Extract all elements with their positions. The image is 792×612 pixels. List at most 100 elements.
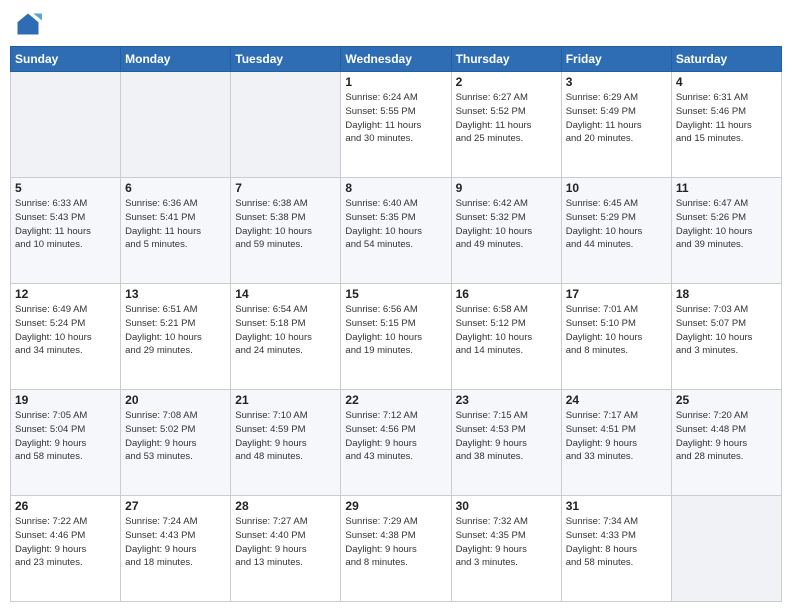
weekday-header-thursday: Thursday: [451, 47, 561, 72]
calendar-cell: 9 Sunrise: 6:42 AM Sunset: 5:32 PM Daylig…: [451, 178, 561, 284]
calendar-cell: 2 Sunrise: 6:27 AM Sunset: 5:52 PM Daylig…: [451, 72, 561, 178]
day-number: 14: [235, 287, 336, 301]
day-number: 6: [125, 181, 226, 195]
day-number: 10: [566, 181, 667, 195]
day-info: Sunrise: 6:42 AM Sunset: 5:32 PM Dayligh…: [456, 197, 557, 252]
day-number: 3: [566, 75, 667, 89]
day-number: 16: [456, 287, 557, 301]
day-info: Sunrise: 7:08 AM Sunset: 5:02 PM Dayligh…: [125, 409, 226, 464]
day-info: Sunrise: 7:12 AM Sunset: 4:56 PM Dayligh…: [345, 409, 446, 464]
day-info: Sunrise: 7:24 AM Sunset: 4:43 PM Dayligh…: [125, 515, 226, 570]
calendar-cell: 25 Sunrise: 7:20 AM Sunset: 4:48 PM Dayli…: [671, 390, 781, 496]
weekday-header-friday: Friday: [561, 47, 671, 72]
day-number: 12: [15, 287, 116, 301]
calendar-cell: 18 Sunrise: 7:03 AM Sunset: 5:07 PM Dayli…: [671, 284, 781, 390]
day-number: 25: [676, 393, 777, 407]
day-info: Sunrise: 6:31 AM Sunset: 5:46 PM Dayligh…: [676, 91, 777, 146]
day-info: Sunrise: 6:33 AM Sunset: 5:43 PM Dayligh…: [15, 197, 116, 252]
calendar-cell: 20 Sunrise: 7:08 AM Sunset: 5:02 PM Dayli…: [121, 390, 231, 496]
logo-icon: [14, 10, 42, 38]
day-info: Sunrise: 6:40 AM Sunset: 5:35 PM Dayligh…: [345, 197, 446, 252]
calendar-table: SundayMondayTuesdayWednesdayThursdayFrid…: [10, 46, 782, 602]
calendar-cell: 26 Sunrise: 7:22 AM Sunset: 4:46 PM Dayli…: [11, 496, 121, 602]
day-info: Sunrise: 7:32 AM Sunset: 4:35 PM Dayligh…: [456, 515, 557, 570]
calendar-cell: [671, 496, 781, 602]
day-info: Sunrise: 6:54 AM Sunset: 5:18 PM Dayligh…: [235, 303, 336, 358]
day-number: 1: [345, 75, 446, 89]
day-info: Sunrise: 7:05 AM Sunset: 5:04 PM Dayligh…: [15, 409, 116, 464]
calendar-cell: 6 Sunrise: 6:36 AM Sunset: 5:41 PM Daylig…: [121, 178, 231, 284]
day-info: Sunrise: 6:49 AM Sunset: 5:24 PM Dayligh…: [15, 303, 116, 358]
day-number: 15: [345, 287, 446, 301]
day-number: 22: [345, 393, 446, 407]
calendar-body: 1 Sunrise: 6:24 AM Sunset: 5:55 PM Daylig…: [11, 72, 782, 602]
page: SundayMondayTuesdayWednesdayThursdayFrid…: [0, 0, 792, 612]
day-number: 29: [345, 499, 446, 513]
weekday-header-tuesday: Tuesday: [231, 47, 341, 72]
calendar-cell: [11, 72, 121, 178]
calendar-cell: 10 Sunrise: 6:45 AM Sunset: 5:29 PM Dayli…: [561, 178, 671, 284]
day-info: Sunrise: 7:22 AM Sunset: 4:46 PM Dayligh…: [15, 515, 116, 570]
calendar-cell: 13Sunrise: 6:51 AM Sunset: 5:21 PM Dayli…: [121, 284, 231, 390]
calendar-cell: 28 Sunrise: 7:27 AM Sunset: 4:40 PM Dayli…: [231, 496, 341, 602]
calendar-cell: 23 Sunrise: 7:15 AM Sunset: 4:53 PM Dayli…: [451, 390, 561, 496]
calendar-cell: 31Sunrise: 7:34 AM Sunset: 4:33 PM Dayli…: [561, 496, 671, 602]
calendar-cell: 4 Sunrise: 6:31 AM Sunset: 5:46 PM Daylig…: [671, 72, 781, 178]
calendar-cell: 19Sunrise: 7:05 AM Sunset: 5:04 PM Dayli…: [11, 390, 121, 496]
header: [10, 10, 782, 38]
day-info: Sunrise: 7:17 AM Sunset: 4:51 PM Dayligh…: [566, 409, 667, 464]
calendar-header: SundayMondayTuesdayWednesdayThursdayFrid…: [11, 47, 782, 72]
day-number: 8: [345, 181, 446, 195]
day-info: Sunrise: 7:15 AM Sunset: 4:53 PM Dayligh…: [456, 409, 557, 464]
calendar-week-2: 12 Sunrise: 6:49 AM Sunset: 5:24 PM Dayli…: [11, 284, 782, 390]
calendar-cell: 30Sunrise: 7:32 AM Sunset: 4:35 PM Dayli…: [451, 496, 561, 602]
day-info: Sunrise: 6:29 AM Sunset: 5:49 PM Dayligh…: [566, 91, 667, 146]
day-info: Sunrise: 7:20 AM Sunset: 4:48 PM Dayligh…: [676, 409, 777, 464]
day-info: Sunrise: 6:27 AM Sunset: 5:52 PM Dayligh…: [456, 91, 557, 146]
day-info: Sunrise: 6:45 AM Sunset: 5:29 PM Dayligh…: [566, 197, 667, 252]
day-number: 20: [125, 393, 226, 407]
day-info: Sunrise: 6:47 AM Sunset: 5:26 PM Dayligh…: [676, 197, 777, 252]
day-number: 26: [15, 499, 116, 513]
calendar-week-3: 19Sunrise: 7:05 AM Sunset: 5:04 PM Dayli…: [11, 390, 782, 496]
day-info: Sunrise: 7:03 AM Sunset: 5:07 PM Dayligh…: [676, 303, 777, 358]
calendar-week-4: 26 Sunrise: 7:22 AM Sunset: 4:46 PM Dayli…: [11, 496, 782, 602]
day-number: 11: [676, 181, 777, 195]
calendar-cell: 24Sunrise: 7:17 AM Sunset: 4:51 PM Dayli…: [561, 390, 671, 496]
day-number: 2: [456, 75, 557, 89]
weekday-row: SundayMondayTuesdayWednesdayThursdayFrid…: [11, 47, 782, 72]
calendar-week-0: 1 Sunrise: 6:24 AM Sunset: 5:55 PM Daylig…: [11, 72, 782, 178]
calendar-cell: 3 Sunrise: 6:29 AM Sunset: 5:49 PM Daylig…: [561, 72, 671, 178]
calendar-cell: [231, 72, 341, 178]
calendar-cell: 17Sunrise: 7:01 AM Sunset: 5:10 PM Dayli…: [561, 284, 671, 390]
day-info: Sunrise: 6:24 AM Sunset: 5:55 PM Dayligh…: [345, 91, 446, 146]
calendar-cell: 21 Sunrise: 7:10 AM Sunset: 4:59 PM Dayli…: [231, 390, 341, 496]
day-number: 18: [676, 287, 777, 301]
calendar-cell: [121, 72, 231, 178]
calendar-cell: 7Sunrise: 6:38 AM Sunset: 5:38 PM Daylig…: [231, 178, 341, 284]
calendar-cell: 1 Sunrise: 6:24 AM Sunset: 5:55 PM Daylig…: [341, 72, 451, 178]
day-number: 23: [456, 393, 557, 407]
day-info: Sunrise: 7:27 AM Sunset: 4:40 PM Dayligh…: [235, 515, 336, 570]
calendar-cell: 27 Sunrise: 7:24 AM Sunset: 4:43 PM Dayli…: [121, 496, 231, 602]
calendar-week-1: 5 Sunrise: 6:33 AM Sunset: 5:43 PM Daylig…: [11, 178, 782, 284]
day-number: 28: [235, 499, 336, 513]
day-info: Sunrise: 6:38 AM Sunset: 5:38 PM Dayligh…: [235, 197, 336, 252]
day-number: 27: [125, 499, 226, 513]
day-info: Sunrise: 6:36 AM Sunset: 5:41 PM Dayligh…: [125, 197, 226, 252]
day-info: Sunrise: 7:10 AM Sunset: 4:59 PM Dayligh…: [235, 409, 336, 464]
day-number: 4: [676, 75, 777, 89]
calendar-cell: 16Sunrise: 6:58 AM Sunset: 5:12 PM Dayli…: [451, 284, 561, 390]
weekday-header-sunday: Sunday: [11, 47, 121, 72]
day-number: 9: [456, 181, 557, 195]
day-number: 5: [15, 181, 116, 195]
day-number: 21: [235, 393, 336, 407]
calendar-cell: 15Sunrise: 6:56 AM Sunset: 5:15 PM Dayli…: [341, 284, 451, 390]
calendar-cell: 14 Sunrise: 6:54 AM Sunset: 5:18 PM Dayli…: [231, 284, 341, 390]
day-number: 17: [566, 287, 667, 301]
weekday-header-monday: Monday: [121, 47, 231, 72]
calendar-cell: 12 Sunrise: 6:49 AM Sunset: 5:24 PM Dayli…: [11, 284, 121, 390]
day-info: Sunrise: 7:29 AM Sunset: 4:38 PM Dayligh…: [345, 515, 446, 570]
day-number: 13: [125, 287, 226, 301]
logo: [14, 10, 46, 38]
